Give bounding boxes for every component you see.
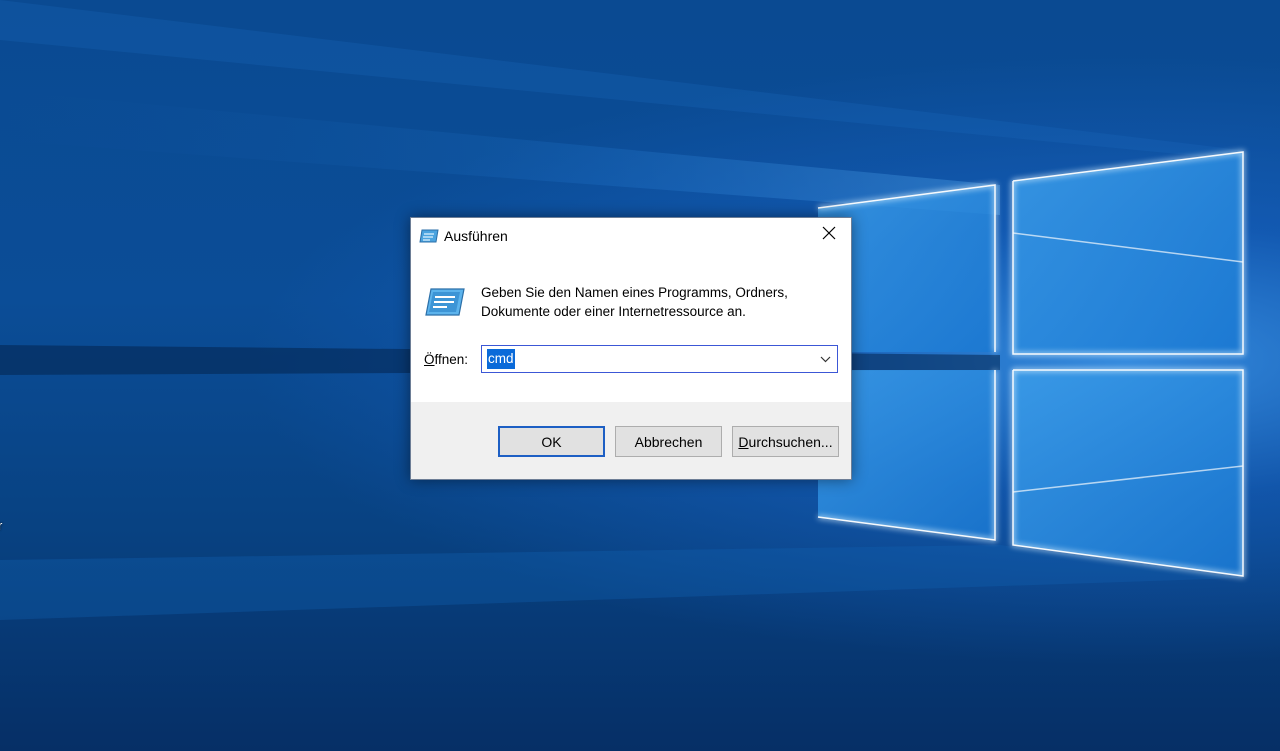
open-label-mnemonic: Ö [424,352,435,367]
run-icon [419,229,439,243]
dialog-description: Geben Sie den Namen eines Programms, Ord… [481,283,831,321]
open-label: Öffnen: [424,352,468,367]
description-line: Geben Sie den Namen eines Programms, Ord… [481,285,788,300]
ok-button[interactable]: OK [498,426,605,457]
title-bar[interactable]: Ausführen [411,218,851,254]
desktop-icon-label[interactable]: r [0,518,2,533]
dialog-content: Geben Sie den Namen eines Programms, Ord… [411,254,851,402]
browse-label-rest: urchsuchen... [748,433,833,450]
run-program-icon [425,288,465,316]
dropdown-button[interactable] [815,348,835,370]
window-title: Ausführen [444,228,508,244]
cancel-button[interactable]: Abbrechen [615,426,722,457]
dialog-footer: OK Abbrechen Durchsuchen... [411,402,851,479]
open-label-rest: ffnen: [434,352,469,367]
run-dialog: Ausführen Geben Sie den Namen eines Prog… [410,217,852,480]
chevron-down-icon [820,350,831,368]
open-combobox[interactable]: cmd [481,345,838,373]
description-line: Dokumente oder einer Internetressource a… [481,304,746,319]
close-button[interactable] [807,218,851,252]
close-icon [822,226,836,245]
browse-mnemonic: D [738,433,749,450]
open-input-selected-text[interactable]: cmd [487,349,515,369]
browse-button[interactable]: Durchsuchen... [732,426,839,457]
